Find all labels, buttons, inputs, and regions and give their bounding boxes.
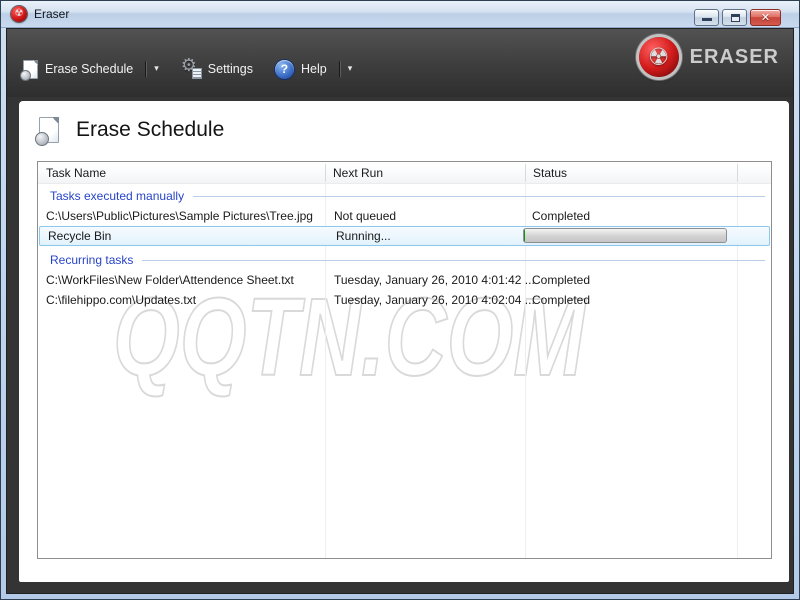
next-run-cell: Running... [336, 229, 391, 243]
title-bar: ☢ Eraser ✕ [1, 1, 799, 28]
group-divider-line [193, 195, 765, 197]
toolbar-separator [145, 61, 147, 77]
settings-label: Settings [207, 62, 253, 76]
brand-wordmark: ERASER [689, 45, 779, 68]
help-label: Help [300, 62, 327, 76]
task-name-cell: Recycle Bin [48, 229, 112, 243]
column-header-extra[interactable] [737, 162, 771, 184]
erase-schedule-icon [20, 59, 38, 81]
page-title: Erase Schedule [76, 118, 225, 141]
task-name-cell: C:\Users\Public\Pictures\Sample Pictures… [46, 209, 313, 223]
next-run-cell: Tuesday, January 26, 2010 4:01:42 ... [334, 273, 535, 287]
erase-schedule-label: Erase Schedule [45, 62, 134, 76]
status-cell: Completed [532, 209, 591, 223]
group-label: Tasks executed manually [50, 189, 185, 203]
window-controls: ✕ [694, 9, 781, 26]
table-header: Task Name Next Run Status [38, 162, 771, 184]
brand-area: ☢ ERASER [638, 37, 779, 77]
minimize-icon [702, 18, 712, 21]
toolbar: Erase Schedule ▾ ⚙ Settings ? Help ▾ ☢ E… [7, 29, 793, 97]
task-name-cell: C:\WorkFiles\New Folder\Attendence Sheet… [46, 273, 294, 287]
gear-icon: ⚙ [181, 56, 202, 79]
erase-schedule-page-icon [35, 117, 59, 146]
group-header-manual: Tasks executed manually [38, 186, 771, 206]
maximize-icon [731, 14, 740, 22]
column-header-task-name[interactable]: Task Name [38, 162, 325, 184]
page-heading: Erase Schedule [35, 117, 225, 146]
table-row-selected[interactable]: Recycle Bin Running... [39, 226, 770, 246]
progress-bar [523, 228, 727, 243]
window-title: Eraser [34, 7, 70, 21]
task-table: Task Name Next Run Status Tasks executed… [37, 161, 772, 559]
table-body: Tasks executed manually C:\Users\Public\… [38, 184, 771, 558]
radiation-logo-icon: ☢ [638, 37, 679, 77]
progress-bar-fill [524, 229, 525, 242]
content-panel: Erase Schedule QQTN.COM Task Name Next R… [19, 101, 789, 582]
minimize-button[interactable] [694, 9, 719, 26]
task-name-cell: C:\filehippo.com\Updates.txt [46, 293, 197, 307]
column-header-status[interactable]: Status [525, 162, 737, 184]
close-button[interactable]: ✕ [750, 9, 781, 26]
group-header-recurring: Recurring tasks [38, 250, 771, 270]
table-row[interactable]: C:\filehippo.com\Updates.txt Tuesday, Ja… [38, 290, 771, 310]
app-surface: Erase Schedule ▾ ⚙ Settings ? Help ▾ ☢ E… [6, 28, 794, 594]
app-radiation-icon: ☢ [11, 6, 27, 22]
toolbar-separator [338, 61, 340, 77]
erase-schedule-menu-button[interactable]: Erase Schedule ▾ [20, 59, 159, 81]
chevron-down-icon[interactable]: ▾ [348, 64, 353, 74]
next-run-cell: Not queued [334, 209, 397, 223]
table-row[interactable]: C:\WorkFiles\New Folder\Attendence Sheet… [38, 270, 771, 290]
next-run-cell: Tuesday, January 26, 2010 4:02:04 ... [334, 293, 535, 307]
maximize-button[interactable] [722, 9, 747, 26]
status-cell: Completed [532, 293, 591, 307]
column-header-next-run[interactable]: Next Run [325, 162, 525, 184]
help-menu-button[interactable]: ? Help ▾ [274, 59, 353, 79]
status-cell: Completed [532, 273, 591, 287]
help-icon: ? [274, 59, 294, 79]
close-icon: ✕ [760, 11, 771, 24]
chevron-down-icon[interactable]: ▾ [154, 64, 159, 74]
eraser-window: ☢ Eraser ✕ Erase Schedule ▾ ⚙ Settings ?… [0, 0, 800, 600]
table-row[interactable]: C:\Users\Public\Pictures\Sample Pictures… [38, 206, 771, 226]
group-divider-line [142, 259, 765, 261]
settings-button[interactable]: ⚙ Settings [181, 56, 253, 79]
group-label: Recurring tasks [50, 253, 134, 267]
